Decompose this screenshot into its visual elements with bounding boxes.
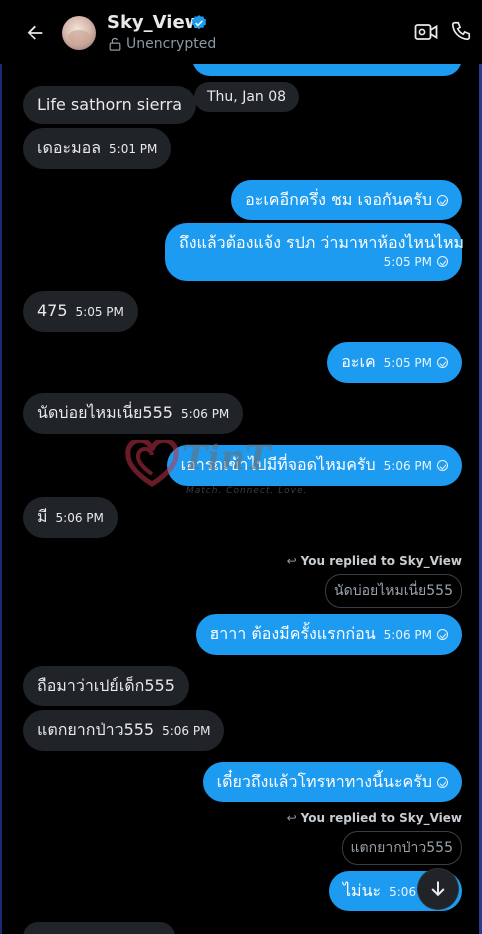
message-outgoing[interactable]: ถึงแล้วต้องแจ้ง รปภ ว่ามาหาห้องไหนไหม 5:… [165, 223, 465, 281]
message-text: เดอะมอล [37, 138, 102, 157]
message-text: นัดบ่อยไหมเนี่ย555 [37, 403, 173, 422]
message-time: 5:06 PM [383, 628, 432, 642]
chat-header: Sky_View Unencrypted [0, 0, 482, 64]
message-text: เดี๋ยวถึงแล้วโทรหาทางนี้นะครับ [216, 772, 432, 791]
message-bubble-partial[interactable] [23, 922, 175, 934]
message-text: ถือมาว่าเปย์เด็ก555 [37, 676, 175, 695]
message-text: ถึงแล้วต้องแจ้ง รปภ ว่ามาหาห้องไหนไหม [179, 233, 465, 252]
phone-icon[interactable] [450, 20, 472, 42]
read-check-icon [437, 629, 448, 640]
read-check-icon [437, 256, 448, 267]
message-time: 5:05 PM [383, 356, 432, 370]
message-time: 5:01 PM [109, 142, 158, 156]
message-text: มี [37, 507, 48, 526]
message-incoming[interactable]: Life sathorn sierra [23, 86, 197, 124]
message-time: 5:06 PM [55, 511, 104, 525]
message-text: อะเคอีกครึ่ง ชม เจอกันครับ [245, 190, 432, 209]
contact-name[interactable]: Sky_View [107, 12, 201, 33]
message-incoming[interactable]: มี 5:06 PM [23, 497, 118, 538]
reply-arrow-icon: ↩ [286, 554, 297, 568]
read-check-icon [437, 460, 448, 471]
message-outgoing[interactable]: เอารถเข้าไปมีที่จอดไหมครับ 5:06 PM [166, 445, 462, 486]
message-incoming[interactable]: ถือมาว่าเปย์เด็ก555 [23, 666, 189, 706]
reply-label: You replied to Sky_View [300, 811, 462, 825]
message-text: ฮาาา ต้องมีครั้งแรกก่อน [209, 624, 376, 643]
reply-label: You replied to Sky_View [300, 554, 462, 568]
read-check-icon [437, 195, 448, 206]
quoted-message[interactable]: นัดบ่อยไหมเนี่ย555 [325, 574, 462, 608]
arrow-down-icon [431, 881, 445, 897]
video-call-icon[interactable] [414, 22, 438, 42]
message-text: แตกยากป่าว555 [37, 720, 155, 739]
message-text: ไม่นะ [343, 881, 382, 900]
message-text: อะเค [341, 352, 376, 371]
message-incoming[interactable]: 475 5:05 PM [23, 291, 138, 332]
encryption-status: Unencrypted [126, 36, 217, 52]
message-time: 5:05 PM [75, 305, 124, 319]
reply-indicator: ↩ You replied to Sky_View [287, 554, 462, 568]
avatar[interactable] [62, 16, 96, 50]
read-check-icon [437, 777, 448, 788]
scroll-to-bottom-button[interactable] [418, 869, 458, 909]
message-time: 5:05 PM [383, 255, 432, 269]
message-time: 5:06 PM [383, 459, 432, 473]
message-outgoing[interactable]: เดี๋ยวถึงแล้วโทรหาทางนี้นะครับ [202, 762, 462, 802]
message-incoming[interactable]: นัดบ่อยไหมเนี่ย555 5:06 PM [23, 393, 244, 434]
reply-indicator: ↩ You replied to Sky_View [287, 811, 462, 825]
back-arrow-icon[interactable] [24, 22, 46, 44]
unlock-icon [109, 37, 121, 51]
quoted-message[interactable]: แตกยากป่าว555 [341, 831, 462, 865]
date-divider: Thu, Jan 08 [194, 82, 300, 112]
message-text: เอารถเข้าไปมีที่จอดไหมครับ [180, 455, 376, 474]
message-time: 5:06 PM [180, 407, 230, 421]
read-check-icon [437, 357, 448, 368]
message-outgoing[interactable]: อะเคอีกครึ่ง ชม เจอกันครับ [231, 180, 462, 220]
message-text: 475 [37, 301, 68, 320]
message-incoming[interactable]: แตกยากป่าว555 5:06 PM [23, 710, 225, 751]
message-text: Life sathorn sierra [37, 95, 183, 114]
message-outgoing[interactable]: อะเค 5:05 PM [327, 342, 462, 383]
message-time: 5:06 PM [162, 724, 211, 738]
reply-arrow-icon: ↩ [286, 811, 297, 825]
message-incoming[interactable]: เดอะมอล 5:01 PM [23, 128, 172, 169]
verified-badge-icon [191, 15, 207, 30]
message-outgoing[interactable]: ฮาาา ต้องมีครั้งแรกก่อน 5:06 PM [195, 614, 462, 655]
